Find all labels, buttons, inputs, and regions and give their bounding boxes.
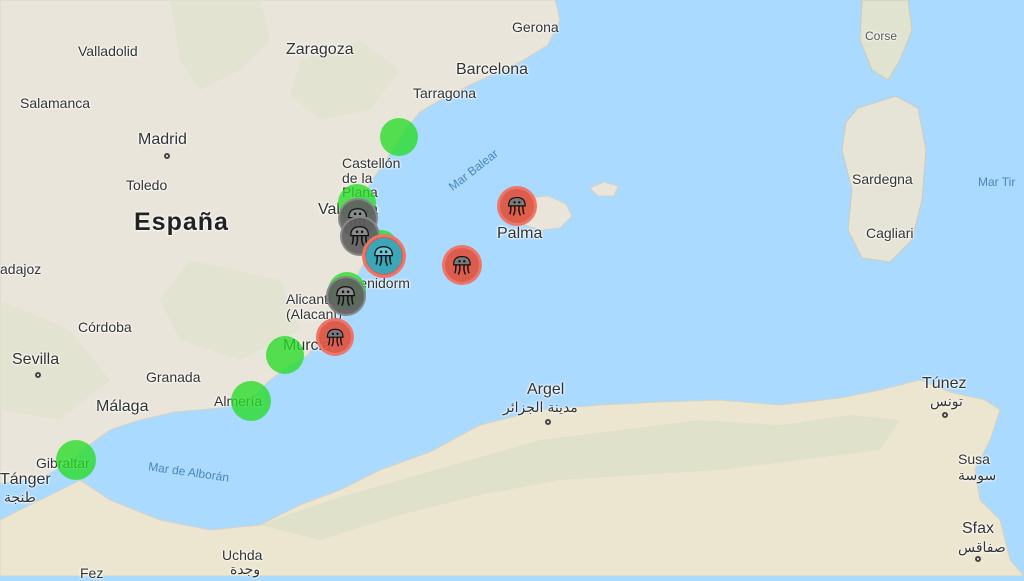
- city-madrid: Madrid: [138, 131, 187, 148]
- city-uchda-ar: وجدة: [230, 561, 261, 577]
- city-fez: Fez: [80, 565, 104, 581]
- map-canvas[interactable]: [0, 0, 1024, 576]
- sfax-dot: [975, 556, 981, 562]
- madrid-dot: [164, 153, 170, 159]
- marker-green[interactable]: [380, 118, 418, 156]
- city-sevilla: Sevilla: [12, 351, 60, 368]
- city-valladolid: Valladolid: [78, 43, 138, 59]
- marker-green[interactable]: [231, 381, 271, 421]
- jellyfish-icon: [336, 286, 356, 307]
- city-zaragoza: Zaragoza: [286, 41, 354, 58]
- marker-green[interactable]: [266, 336, 304, 374]
- argel-dot: [545, 419, 551, 425]
- city-cagliari: Cagliari: [866, 225, 914, 241]
- region-corse: Corse: [865, 29, 898, 43]
- city-granada: Granada: [146, 369, 201, 385]
- marker-jellyfish-grey[interactable]: [326, 276, 366, 316]
- city-susa: Susa: [958, 451, 990, 467]
- jellyfish-icon: [453, 256, 471, 275]
- city-argel: Argel: [527, 381, 565, 398]
- city-badajoz: adajoz: [0, 261, 42, 277]
- tunez-dot: [942, 412, 948, 418]
- sea-mar-tirreno: Mar Tir: [978, 175, 1016, 189]
- city-tunez-ar: تونس: [930, 393, 963, 409]
- city-salamanca: Salamanca: [20, 95, 91, 111]
- city-sfax-ar: صفاقس: [958, 539, 1006, 555]
- jellyfish-icon: [374, 246, 394, 267]
- city-tanger-ar: طنجة: [4, 489, 36, 505]
- marker-jellyfish-red[interactable]: [316, 318, 354, 356]
- city-sfax: Sfax: [962, 520, 995, 537]
- region-sardegna: Sardegna: [852, 171, 913, 187]
- marker-jellyfish-teal[interactable]: [366, 238, 402, 274]
- marker-jellyfish-red[interactable]: [497, 186, 537, 226]
- city-argel-ar: مدينة الجزائر: [503, 399, 578, 415]
- marker-green[interactable]: [56, 440, 96, 480]
- city-uchda: Uchda: [222, 547, 263, 563]
- city-barcelona: Barcelona: [456, 61, 529, 78]
- jellyfish-icon: [508, 197, 526, 216]
- country-label-spain: España: [134, 208, 229, 236]
- city-cordoba: Córdoba: [78, 319, 132, 335]
- marker-jellyfish-red[interactable]: [442, 245, 482, 285]
- city-tunez: Túnez: [922, 375, 967, 392]
- city-malaga: Málaga: [96, 398, 149, 415]
- sevilla-dot: [35, 372, 41, 378]
- city-palma: Palma: [497, 225, 543, 242]
- city-gerona: Gerona: [512, 19, 559, 35]
- city-tarragona: Tarragona: [413, 85, 477, 101]
- city-toledo: Toledo: [126, 177, 168, 193]
- city-susa-ar: سوسة: [958, 467, 997, 483]
- city-tanger: Tánger: [0, 471, 51, 488]
- jellyfish-icon: [326, 328, 344, 347]
